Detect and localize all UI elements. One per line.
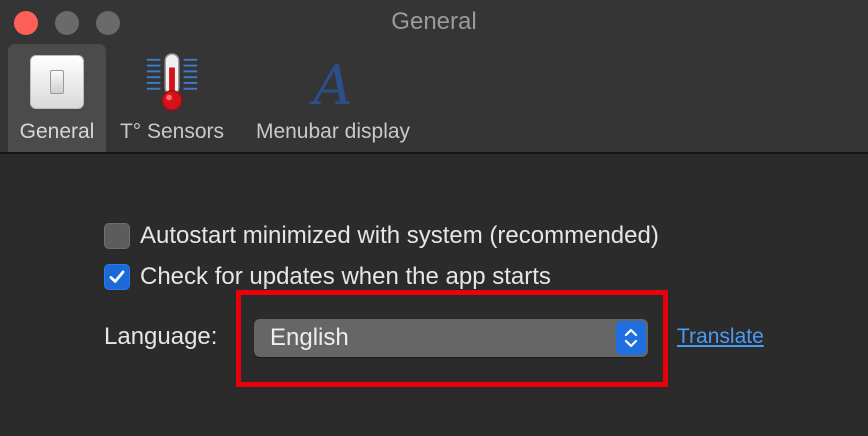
check-updates-checkbox[interactable] xyxy=(104,264,130,290)
title-toolbar-bar: General General T° Sensors A Menubar dis… xyxy=(0,0,868,154)
thermometer-icon xyxy=(143,52,201,112)
tab-menubar-display[interactable]: A Menubar display xyxy=(240,44,426,152)
check-updates-label[interactable]: Check for updates when the app starts xyxy=(140,263,551,291)
checkmark-icon xyxy=(109,270,125,283)
light-switch-icon xyxy=(28,52,86,112)
autostart-label[interactable]: Autostart minimized with system (recomme… xyxy=(140,222,659,250)
window-title: General xyxy=(391,8,477,35)
tab-menubar-label: Menubar display xyxy=(255,120,411,143)
translate-link[interactable]: Translate xyxy=(677,325,764,349)
preferences-window: General General T° Sensors A Menubar dis… xyxy=(0,0,868,436)
tab-general[interactable]: General xyxy=(8,44,106,152)
language-label: Language: xyxy=(104,323,218,350)
tab-general-label: General xyxy=(19,120,95,143)
autostart-option[interactable]: Autostart minimized with system (recomme… xyxy=(104,221,659,251)
autostart-checkbox[interactable] xyxy=(104,223,130,249)
svg-text:A: A xyxy=(308,54,352,113)
letter-a-icon: A xyxy=(304,52,362,113)
check-updates-option[interactable]: Check for updates when the app starts xyxy=(104,262,551,292)
tab-sensors[interactable]: T° Sensors xyxy=(110,44,234,152)
tab-sensors-label: T° Sensors xyxy=(119,120,225,143)
highlight-annotation-box xyxy=(236,290,668,387)
